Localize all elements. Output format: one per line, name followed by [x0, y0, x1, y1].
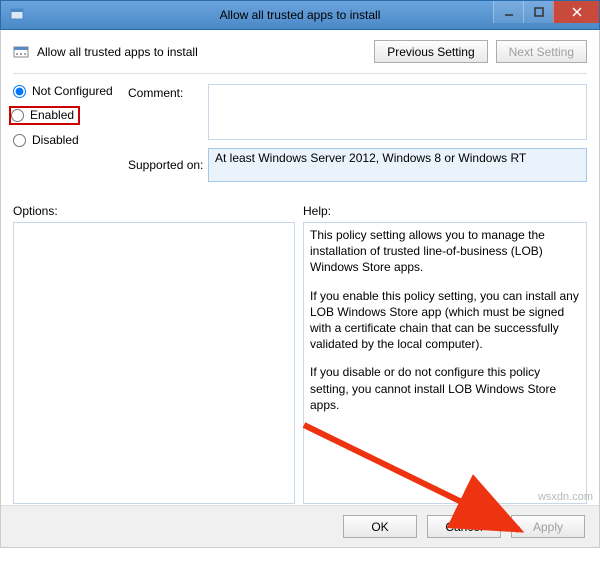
help-paragraph: This policy setting allows you to manage…: [310, 227, 580, 276]
panels: This policy setting allows you to manage…: [13, 222, 587, 504]
help-paragraph: If you disable or do not configure this …: [310, 364, 580, 413]
options-panel[interactable]: [13, 222, 295, 504]
close-button[interactable]: [553, 1, 599, 23]
radio-not-configured[interactable]: Not Configured: [13, 84, 128, 98]
header-row: Allow all trusted apps to install Previo…: [13, 40, 587, 63]
nav-buttons: Previous Setting Next Setting: [374, 40, 587, 63]
help-label: Help:: [303, 204, 331, 218]
radio-enabled[interactable]: Enabled: [11, 108, 78, 123]
radio-disabled[interactable]: Disabled: [13, 133, 128, 147]
maximize-button[interactable]: [523, 1, 553, 23]
policy-icon: [13, 44, 29, 60]
ok-button[interactable]: OK: [343, 515, 417, 538]
radio-enabled-input[interactable]: [11, 109, 24, 122]
divider: [13, 73, 587, 74]
watermark: wsxdn.com: [538, 491, 593, 503]
bottom-bar: OK Cancel Apply: [1, 505, 599, 547]
content-area: Allow all trusted apps to install Previo…: [0, 30, 600, 548]
window-title: Allow all trusted apps to install: [220, 8, 381, 22]
cancel-button[interactable]: Cancel: [427, 515, 501, 538]
apply-button[interactable]: Apply: [511, 515, 585, 538]
radio-not-configured-label: Not Configured: [32, 84, 113, 98]
page-title: Allow all trusted apps to install: [37, 45, 198, 59]
window-controls: [493, 1, 599, 23]
help-panel[interactable]: This policy setting allows you to manage…: [303, 222, 587, 504]
help-paragraph: If you enable this policy setting, you c…: [310, 288, 580, 353]
settings-grid: Not Configured Enabled Disabled Comment:…: [13, 84, 587, 190]
title-bar: Allow all trusted apps to install: [0, 0, 600, 30]
supported-on-text: At least Windows Server 2012, Windows 8 …: [208, 148, 587, 182]
state-radios: Not Configured Enabled Disabled: [13, 84, 128, 147]
panel-labels: Options: Help:: [13, 204, 587, 218]
options-label: Options:: [13, 204, 303, 218]
previous-setting-button[interactable]: Previous Setting: [374, 40, 487, 63]
minimize-button[interactable]: [493, 1, 523, 23]
comment-textarea[interactable]: [208, 84, 587, 140]
supported-on-label: Supported on:: [128, 158, 208, 172]
radio-enabled-label: Enabled: [30, 108, 74, 122]
radio-disabled-label: Disabled: [32, 133, 79, 147]
comment-label: Comment:: [128, 84, 208, 100]
next-setting-button[interactable]: Next Setting: [496, 40, 587, 63]
radio-not-configured-input[interactable]: [13, 85, 26, 98]
radio-disabled-input[interactable]: [13, 134, 26, 147]
app-icon: [9, 7, 25, 23]
